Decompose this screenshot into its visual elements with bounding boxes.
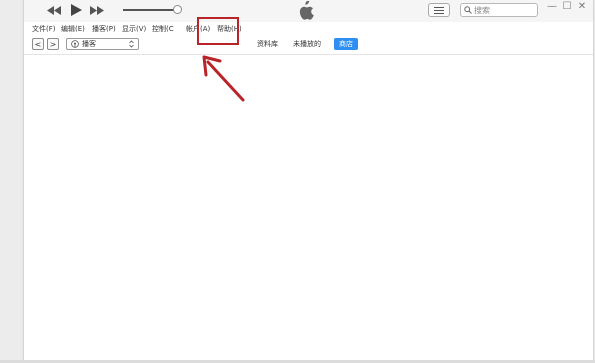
- annotation-arrow: [202, 55, 245, 102]
- itunes-window: 搜索 — ☐ ✕ 文件(F) 编辑(E) 播客(P) 显示(V) 控制(C) 帐…: [23, 0, 594, 360]
